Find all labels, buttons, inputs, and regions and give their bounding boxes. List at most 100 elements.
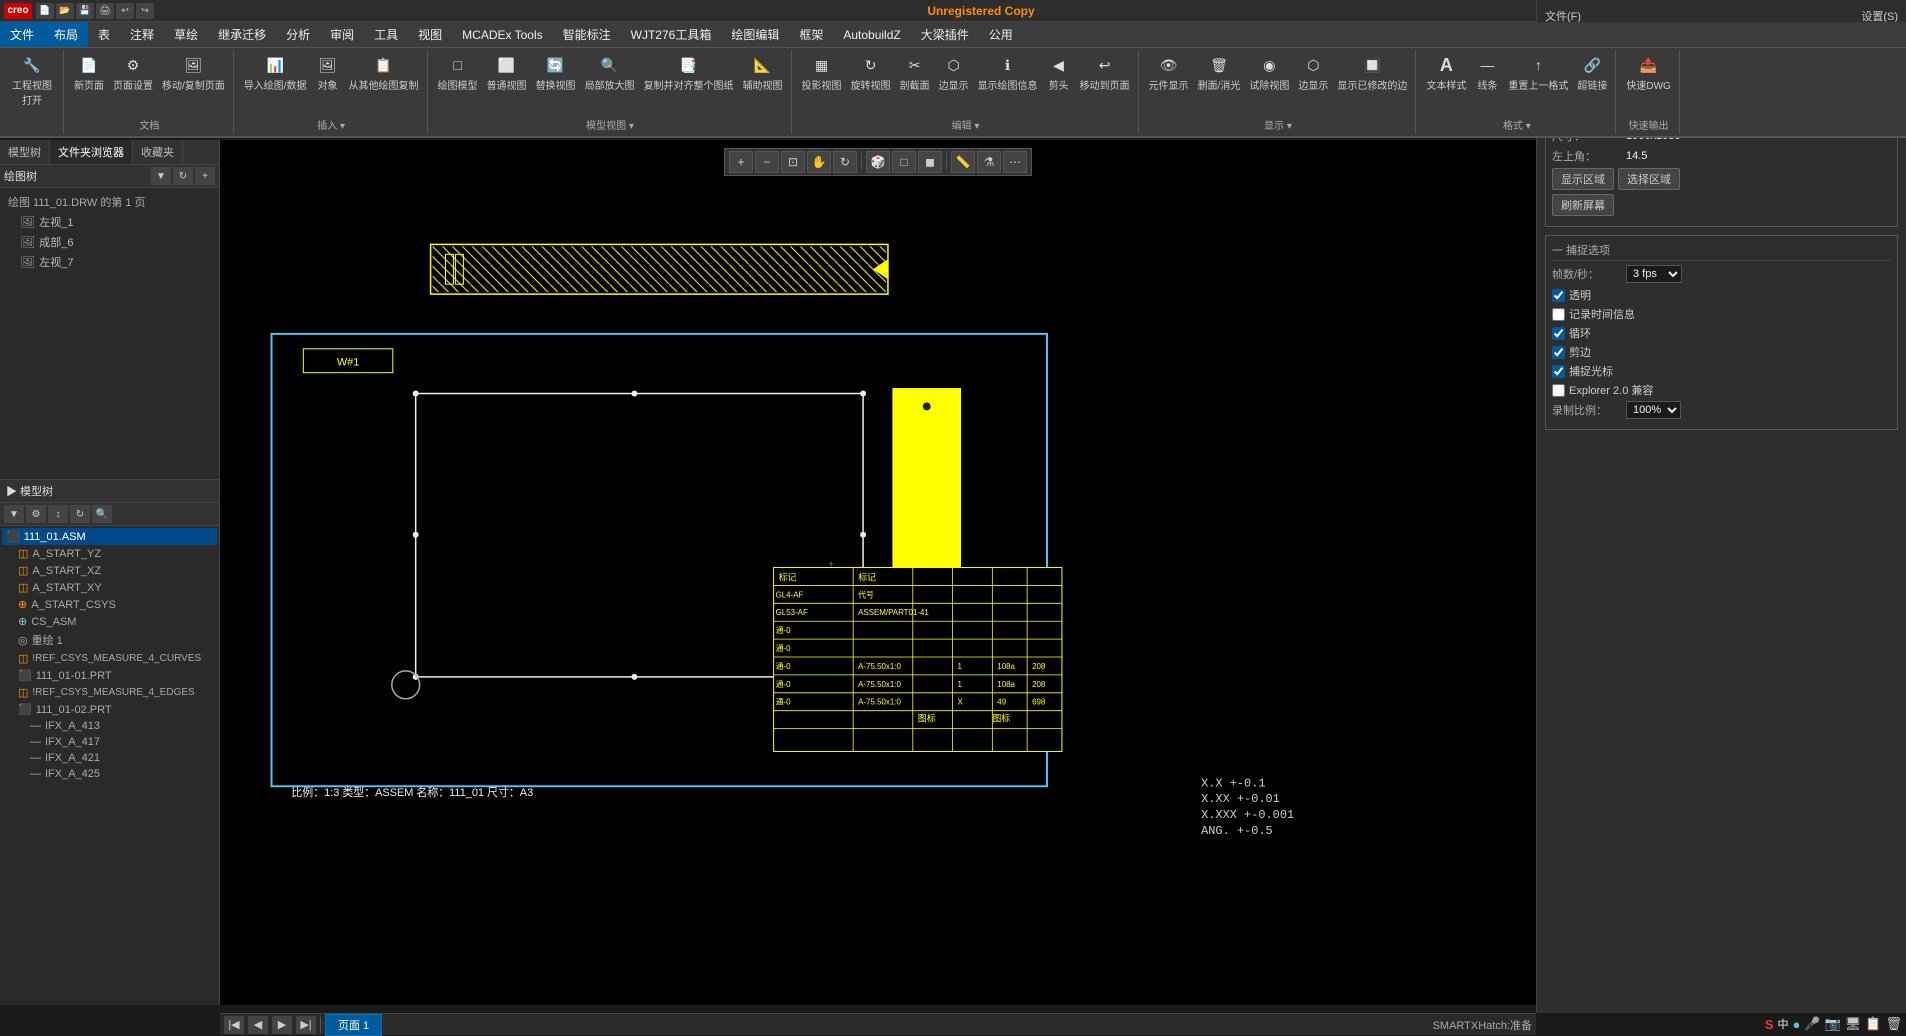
trash-icon[interactable]: 🗑: [1885, 1016, 1902, 1032]
tree-item-a-start-xz[interactable]: ◫ A_START_XZ: [14, 562, 217, 579]
ribbon-btn-edge-display[interactable]: ⬡ 边显示: [935, 52, 973, 94]
view-3d-btn[interactable]: 🎲: [866, 151, 890, 173]
tree-settings-btn[interactable]: ⚙: [26, 505, 46, 523]
menu-wjt276[interactable]: WJT276工具箱: [621, 22, 722, 47]
filter-btn[interactable]: ⚗: [977, 151, 1001, 173]
menu-tools[interactable]: 工具: [364, 22, 408, 47]
drawing-tree-expand-btn[interactable]: +: [195, 167, 215, 185]
ribbon-btn-line-style[interactable]: — 线条: [1471, 52, 1503, 94]
tree-item-cs-asm[interactable]: ⊕ CS_ASM: [14, 613, 217, 630]
ribbon-btn-engineering-view[interactable]: 🔧 工程视图打开: [8, 52, 56, 109]
options-btn[interactable]: ⋯: [1003, 151, 1027, 173]
timestamp-checkbox[interactable]: [1552, 308, 1565, 321]
monitor-icon[interactable]: 🖥: [1845, 1016, 1862, 1032]
ribbon-btn-normal-view[interactable]: ⬜ 普通视图: [483, 52, 531, 94]
loop-checkbox[interactable]: [1552, 327, 1565, 340]
s-icon[interactable]: S: [1765, 1017, 1774, 1032]
view-item-left1[interactable]: 🖼 左视_1: [16, 212, 215, 232]
ribbon-btn-edge-disp2[interactable]: ⬡ 边显示: [1294, 52, 1332, 94]
fps-select[interactable]: 3 fps 5 fps 10 fps: [1626, 265, 1682, 283]
ribbon-btn-rotate-view[interactable]: ↻ 旋转视图: [847, 52, 895, 94]
tree-item-111-01-asm[interactable]: ⬛ 111_01.ASM: [2, 528, 217, 545]
ribbon-btn-reset-format[interactable]: ↑ 重置上一格式: [1504, 52, 1572, 94]
menu-review[interactable]: 审阅: [320, 22, 364, 47]
menu-common[interactable]: 公用: [979, 22, 1023, 47]
ribbon-btn-aux-view[interactable]: 📐 辅助视图: [739, 52, 787, 94]
tree-item-ifx-a-421[interactable]: — IFX_A_421: [26, 750, 217, 766]
menu-layout[interactable]: 布局: [44, 22, 88, 47]
measure-btn[interactable]: 📏: [951, 151, 975, 173]
transparent-checkbox[interactable]: [1552, 289, 1565, 302]
tree-filter-btn[interactable]: ▼: [4, 505, 24, 523]
ribbon-btn-try-remove[interactable]: ◉ 试除视图: [1245, 52, 1293, 94]
ribbon-btn-object[interactable]: 🖼 对象: [312, 52, 344, 94]
ribbon-btn-hyperlink[interactable]: 🔗 超链接: [1573, 52, 1611, 94]
ribbon-btn-quick-dwg[interactable]: 📤 快速DWG: [1622, 52, 1674, 94]
view-item-chengbu6[interactable]: 🖼 成部_6: [16, 232, 215, 252]
tree-item-a-start-xy[interactable]: ◫ A_START_XY: [14, 579, 217, 596]
ribbon-btn-projection[interactable]: ▦ 投影视图: [798, 52, 846, 94]
page-next-btn[interactable]: ▶: [272, 1016, 292, 1034]
page-prev-btn[interactable]: ◀: [248, 1016, 268, 1034]
wire-btn[interactable]: □: [892, 151, 916, 173]
cursor-checkbox[interactable]: [1552, 365, 1565, 378]
chinese-input-indicator[interactable]: 中: [1778, 1016, 1789, 1032]
menu-autobuild[interactable]: AutobuildZ: [833, 22, 910, 47]
menu-annotation[interactable]: 注释: [120, 22, 164, 47]
ribbon-btn-arrow[interactable]: ◀ 剪头: [1043, 52, 1075, 94]
ribbon-btn-new-page[interactable]: 📄 新页面: [70, 52, 108, 94]
menu-file[interactable]: 文件: [0, 22, 44, 47]
tab-model-tree[interactable]: 模型树: [0, 140, 50, 164]
tree-search-btn[interactable]: 🔍: [92, 505, 112, 523]
zoom-out-btn[interactable]: −: [755, 151, 779, 173]
menu-frame[interactable]: 框架: [789, 22, 833, 47]
tab-favorites[interactable]: 收藏夹: [133, 140, 183, 164]
scale-select[interactable]: 100% 75% 50%: [1626, 401, 1681, 419]
menu-smart[interactable]: 智能标注: [553, 22, 621, 47]
ribbon-btn-copy-from[interactable]: 📋 从其他绘图复制: [345, 52, 423, 94]
ribbon-btn-page-setup[interactable]: ⚙ 页面设置: [109, 52, 157, 94]
menu-table[interactable]: 表: [88, 22, 120, 47]
tab-file-browser[interactable]: 文件夹浏览器: [50, 140, 133, 164]
tree-item-111-01-01[interactable]: ⬛ 111_01-01.PRT: [14, 667, 217, 684]
tree-item-ifx-a-413[interactable]: — IFX_A_413: [26, 718, 217, 734]
new-icon[interactable]: 📄: [36, 3, 54, 19]
drawing-tree-refresh-btn[interactable]: ↻: [173, 167, 193, 185]
select-area-button[interactable]: 选择区域: [1618, 168, 1680, 190]
tree-item-ref-csys-1[interactable]: ◫ !REF_CSYS_MEASURE_4_CURVES: [14, 650, 217, 667]
rotate-view-canvas-btn[interactable]: ↻: [833, 151, 857, 173]
ribbon-btn-move-copy[interactable]: 🖼 移动/复制页面: [158, 52, 229, 94]
menu-draw-edit[interactable]: 绘图编辑: [721, 22, 789, 47]
ribbon-btn-drawing-model[interactable]: □ 绘图模型: [434, 52, 482, 94]
tree-item-ifx-a-425[interactable]: — IFX_A_425: [26, 766, 217, 782]
drawing-tree-settings-btn[interactable]: ▼: [151, 167, 171, 185]
undo-icon[interactable]: ↩: [116, 3, 134, 19]
mic-icon[interactable]: 🎤: [1804, 1016, 1820, 1032]
open-icon[interactable]: 📂: [56, 3, 74, 19]
menu-mcadex[interactable]: MCADEx Tools: [452, 22, 552, 47]
camera-icon[interactable]: 📷: [1825, 1016, 1841, 1032]
tree-item-ifx-a-417[interactable]: — IFX_A_417: [26, 734, 217, 750]
redo-icon[interactable]: ↪: [136, 3, 154, 19]
ribbon-btn-modified-edges[interactable]: 🔲 显示已修改的边: [1333, 52, 1411, 94]
ribbon-btn-section[interactable]: ✂ 剖截面: [896, 52, 934, 94]
zoom-fit-btn[interactable]: ⊡: [781, 151, 805, 173]
menu-sketch[interactable]: 草绘: [164, 22, 208, 47]
ribbon-btn-import[interactable]: 📊 导入绘图/数据: [240, 52, 311, 94]
tree-item-111-01-02[interactable]: ⬛ 111_01-02.PRT: [14, 701, 217, 718]
tree-expand-btn[interactable]: ↕: [48, 505, 68, 523]
zoom-in-btn[interactable]: +: [729, 151, 753, 173]
ribbon-btn-local-zoom[interactable]: 🔍 局部放大图: [581, 52, 639, 94]
explorer-checkbox[interactable]: [1552, 384, 1565, 397]
page-last-btn[interactable]: ▶|: [296, 1016, 316, 1034]
clipboard-icon[interactable]: 📋: [1865, 1016, 1881, 1032]
canvas-area[interactable]: + − ⊡ ✋ ↻ 🎲 □ ◼ 📏 ⚗ ⋯: [220, 140, 1536, 1005]
refresh-button[interactable]: 刷新屏幕: [1552, 194, 1614, 216]
ribbon-btn-replace-view[interactable]: 🔄 替换视图: [532, 52, 580, 94]
ribbon-btn-remove-view[interactable]: 🗑 删面/消光: [1194, 52, 1245, 94]
ribbon-btn-comp-display[interactable]: 👁 元件显示: [1145, 52, 1193, 94]
print-icon[interactable]: 🖨: [96, 3, 114, 19]
ribbon-btn-text-style[interactable]: A 文本样式: [1422, 52, 1470, 94]
menu-view[interactable]: 视图: [408, 22, 452, 47]
pan-btn[interactable]: ✋: [807, 151, 831, 173]
